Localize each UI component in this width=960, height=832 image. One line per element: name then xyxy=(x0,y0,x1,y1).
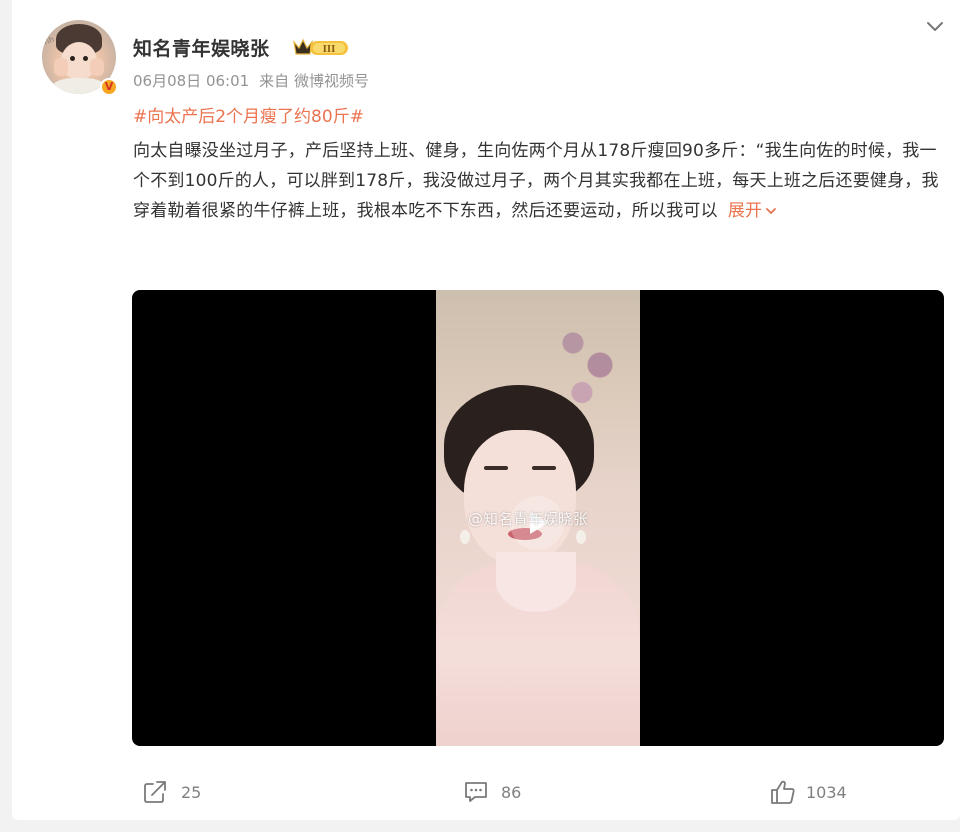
post-meta: 06月08日 06:01 来自 微博视频号 xyxy=(133,70,369,91)
avatar-eye-left xyxy=(70,56,75,61)
topic-hashtag[interactable]: #向太产后2个月瘦了约80斤# xyxy=(133,102,364,127)
avatar-eye-right xyxy=(83,56,88,61)
repost-button[interactable]: 25 xyxy=(143,778,201,806)
weibo-post-card: nh V 知名青年娱晓张 III 06月08日 06:01 来自 微博视频号 #向… xyxy=(12,0,960,820)
post-source[interactable]: 来自 微博视频号 xyxy=(259,72,369,90)
level-crown-icon[interactable]: III xyxy=(292,36,350,58)
like-button[interactable]: 1034 xyxy=(770,778,847,806)
video-person-earring-right xyxy=(576,530,586,544)
chevron-down-icon xyxy=(766,208,777,214)
avatar-text: nh xyxy=(42,34,56,47)
chevron-down-icon[interactable] xyxy=(924,16,946,36)
video-person-face xyxy=(464,430,576,565)
verified-badge-icon: V xyxy=(100,78,118,96)
video-person-collar xyxy=(496,552,576,612)
post-text: 向太自曝没坐过月子，产后坚持上班、健身，生向佐两个月从178斤瘦回90多斤：“我… xyxy=(133,141,939,221)
post-body: 向太自曝没坐过月子，产后坚持上班、健身，生向佐两个月从178斤瘦回90多斤：“我… xyxy=(133,136,947,226)
comment-icon xyxy=(465,782,487,802)
like-icon xyxy=(771,780,795,804)
like-count: 1034 xyxy=(806,782,847,802)
video-person-brow-left xyxy=(484,466,508,470)
svg-text:III: III xyxy=(323,43,336,55)
repost-icon xyxy=(144,781,166,803)
expand-link[interactable]: 展开 xyxy=(728,201,778,221)
video-person-brow-right xyxy=(532,466,556,470)
comment-button[interactable]: 86 xyxy=(463,778,521,806)
post-date[interactable]: 06月08日 06:01 xyxy=(133,72,249,90)
video-watermark: @知名青年娱晓张 xyxy=(468,510,589,528)
comment-count: 86 xyxy=(501,782,522,802)
avatar-hand-left xyxy=(54,58,68,76)
author-name[interactable]: 知名青年娱晓张 xyxy=(133,34,270,61)
video-person-earring-left xyxy=(460,530,470,544)
avatar-hand-right xyxy=(90,58,104,76)
video-player[interactable]: @知名青年娱晓张 xyxy=(132,290,944,746)
repost-count: 25 xyxy=(181,782,202,802)
